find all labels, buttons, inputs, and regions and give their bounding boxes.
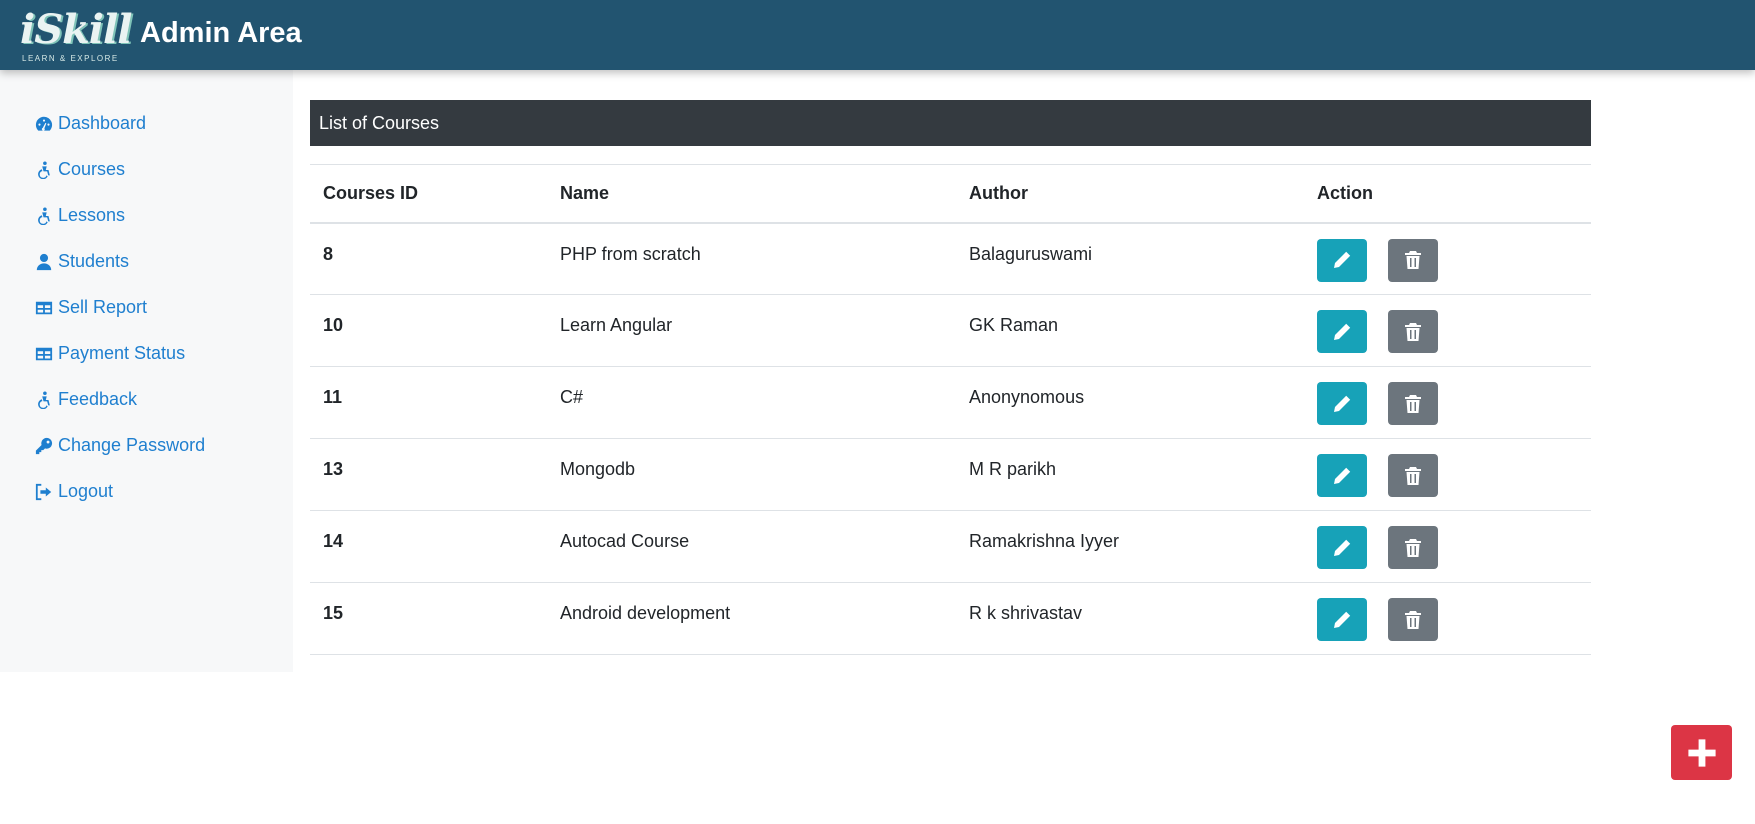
table-header-row: Courses ID Name Author Action <box>310 164 1591 224</box>
column-header-action: Action <box>1304 164 1591 224</box>
sidebar-item-label: Sell Report <box>58 297 148 317</box>
accessible-icon <box>38 390 50 409</box>
user-icon <box>36 253 52 270</box>
course-name-cell: PHP from scratch <box>547 222 956 295</box>
course-actions-cell <box>1304 582 1591 655</box>
course-id-cell: 10 <box>310 294 547 367</box>
course-author-cell: M R parikh <box>956 438 1304 511</box>
sidebar-item-label: Dashboard <box>58 113 147 133</box>
edit-button[interactable] <box>1317 310 1367 353</box>
course-name-cell: Autocad Course <box>547 510 956 583</box>
table-icon <box>35 347 53 360</box>
sidebar-item-payment-status[interactable]: Payment Status <box>35 343 185 364</box>
table-row: 13 Mongodb M R parikh <box>310 438 1591 511</box>
accessible-icon <box>38 160 50 179</box>
course-actions-cell <box>1304 222 1591 295</box>
course-author-cell: R k shrivastav <box>956 582 1304 655</box>
logo-tagline: LEARN & EXPLORE <box>22 54 119 63</box>
pencil-icon <box>1334 467 1351 484</box>
accessible-icon <box>38 206 50 225</box>
key-icon <box>35 437 53 454</box>
table-row: 11 C# Anonynomous <box>310 366 1591 439</box>
edit-button[interactable] <box>1317 238 1367 282</box>
pencil-icon <box>1334 251 1351 268</box>
course-name-cell: C# <box>547 366 956 439</box>
column-header-id: Courses ID <box>310 164 547 224</box>
course-id-cell: 14 <box>310 510 547 583</box>
sidebar-item-label: Payment Status <box>58 343 186 363</box>
trash-icon <box>1405 466 1421 485</box>
course-author-cell: Ramakrishna Iyyer <box>956 510 1304 583</box>
logout-icon <box>35 483 52 500</box>
trash-icon <box>1405 251 1421 269</box>
course-name-cell: Learn Angular <box>547 294 956 367</box>
sidebar-item-dashboard[interactable]: Dashboard <box>35 113 146 134</box>
trash-icon <box>1405 610 1421 629</box>
sidebar-item-courses[interactable]: Courses <box>35 159 125 180</box>
brand-logo[interactable]: iSkill LEARN & EXPLORE <box>20 6 132 64</box>
sidebar-item-students[interactable]: Students <box>35 251 129 272</box>
trash-icon <box>1405 322 1421 341</box>
delete-button[interactable] <box>1388 598 1438 641</box>
dashboard-icon <box>35 116 53 131</box>
courses-list-header: List of Courses <box>310 100 1591 146</box>
sidebar-item-lessons[interactable]: Lessons <box>35 205 125 226</box>
column-header-author: Author <box>956 164 1304 224</box>
table-row: 8 PHP from scratch Balaguruswami <box>310 222 1591 295</box>
courses-table: Courses ID Name Author Action 8 PHP from… <box>310 164 1591 655</box>
sidebar-item-sell-report[interactable]: Sell Report <box>35 297 147 318</box>
course-actions-cell <box>1304 366 1591 439</box>
edit-button[interactable] <box>1317 382 1367 425</box>
delete-button[interactable] <box>1388 238 1438 282</box>
sidebar-item-label: Feedback <box>58 389 138 409</box>
pencil-icon <box>1334 395 1351 412</box>
sidebar-item-logout[interactable]: Logout <box>35 481 113 502</box>
course-actions-cell <box>1304 438 1591 511</box>
edit-button[interactable] <box>1317 598 1367 641</box>
pencil-icon <box>1334 323 1351 340</box>
delete-button[interactable] <box>1388 310 1438 353</box>
table-icon <box>35 301 53 314</box>
column-header-name: Name <box>547 164 956 224</box>
sidebar-item-label: Change Password <box>58 435 206 455</box>
top-navbar: iSkill LEARN & EXPLORE Admin Area <box>0 0 1755 70</box>
add-course-button[interactable] <box>1671 725 1732 780</box>
edit-button[interactable] <box>1317 526 1367 569</box>
plus-icon <box>1687 738 1716 767</box>
course-name-cell: Android development <box>547 582 956 655</box>
course-name-cell: Mongodb <box>547 438 956 511</box>
pencil-icon <box>1334 539 1351 556</box>
course-id-cell: 13 <box>310 438 547 511</box>
course-author-cell: Anonynomous <box>956 366 1304 439</box>
sidebar: Dashboard Courses Lessons Students Sell … <box>0 70 293 672</box>
course-id-cell: 15 <box>310 582 547 655</box>
delete-button[interactable] <box>1388 526 1438 569</box>
delete-button[interactable] <box>1388 454 1438 497</box>
app-title: Admin Area <box>140 17 302 49</box>
course-actions-cell <box>1304 294 1591 367</box>
sidebar-item-feedback[interactable]: Feedback <box>35 389 137 410</box>
sidebar-item-label: Logout <box>58 481 114 501</box>
trash-icon <box>1405 538 1421 557</box>
delete-button[interactable] <box>1388 382 1438 425</box>
sidebar-item-label: Lessons <box>58 205 126 225</box>
sidebar-item-change-password[interactable]: Change Password <box>35 435 205 456</box>
pencil-icon <box>1334 611 1351 628</box>
course-author-cell: GK Raman <box>956 294 1304 367</box>
course-actions-cell <box>1304 510 1591 583</box>
sidebar-item-label: Courses <box>58 159 126 179</box>
table-row: 14 Autocad Course Ramakrishna Iyyer <box>310 510 1591 583</box>
trash-icon <box>1405 394 1421 413</box>
course-id-cell: 11 <box>310 366 547 439</box>
edit-button[interactable] <box>1317 454 1367 497</box>
logo-wordmark: iSkill <box>20 6 132 53</box>
course-id-cell: 8 <box>310 222 547 295</box>
table-row: 15 Android development R k shrivastav <box>310 582 1591 655</box>
table-row: 10 Learn Angular GK Raman <box>310 294 1591 367</box>
course-author-cell: Balaguruswami <box>956 222 1304 295</box>
sidebar-item-label: Students <box>58 251 130 271</box>
